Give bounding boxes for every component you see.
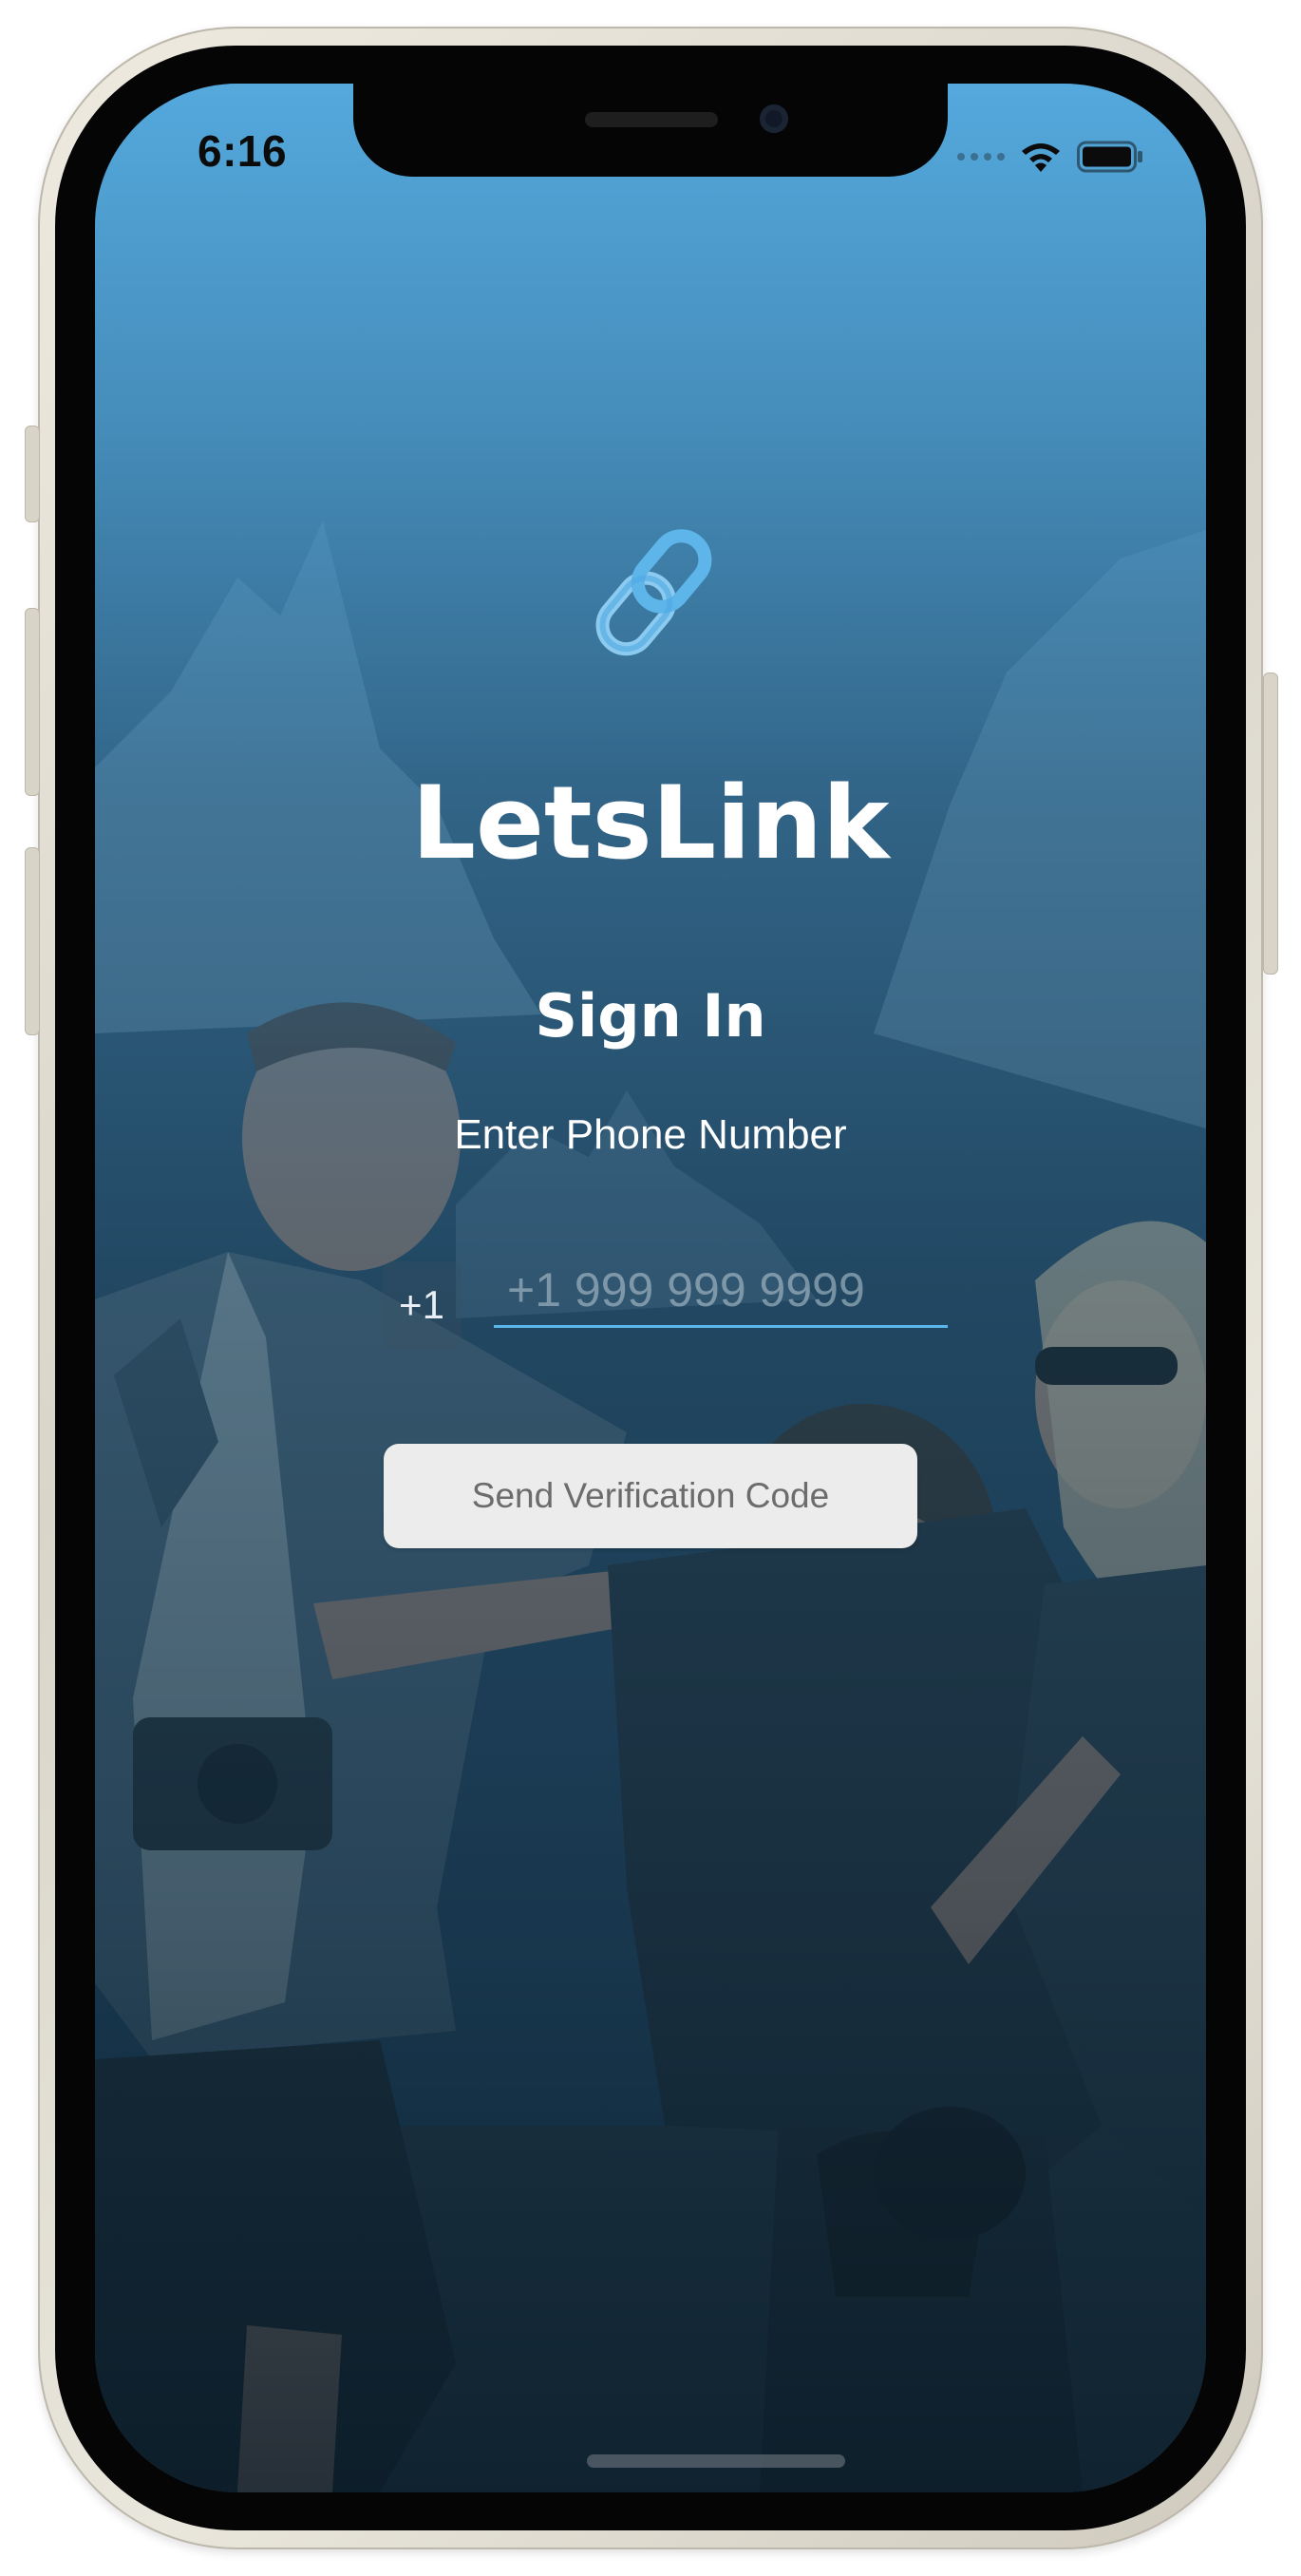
device-side-switch	[25, 426, 40, 522]
chain-link-icon	[579, 513, 731, 674]
country-code-selector[interactable]: +1	[382, 1261, 462, 1349]
home-indicator[interactable]	[587, 2454, 845, 2468]
phone-number-label: Enter Phone Number	[454, 1111, 847, 1158]
battery-icon	[1077, 141, 1143, 173]
speaker-grille	[585, 112, 718, 127]
app-title: LetsLink	[411, 765, 890, 881]
send-verification-code-button[interactable]: Send Verification Code	[384, 1444, 917, 1548]
device-notch	[353, 84, 948, 177]
cellular-signal-icon	[957, 153, 1005, 161]
status-time: 6:16	[198, 126, 288, 176]
sign-in-heading: Sign In	[535, 981, 766, 1051]
phone-number-input[interactable]	[494, 1254, 948, 1328]
status-icons	[957, 133, 1143, 180]
wifi-icon	[1018, 140, 1064, 174]
front-camera	[760, 104, 788, 133]
